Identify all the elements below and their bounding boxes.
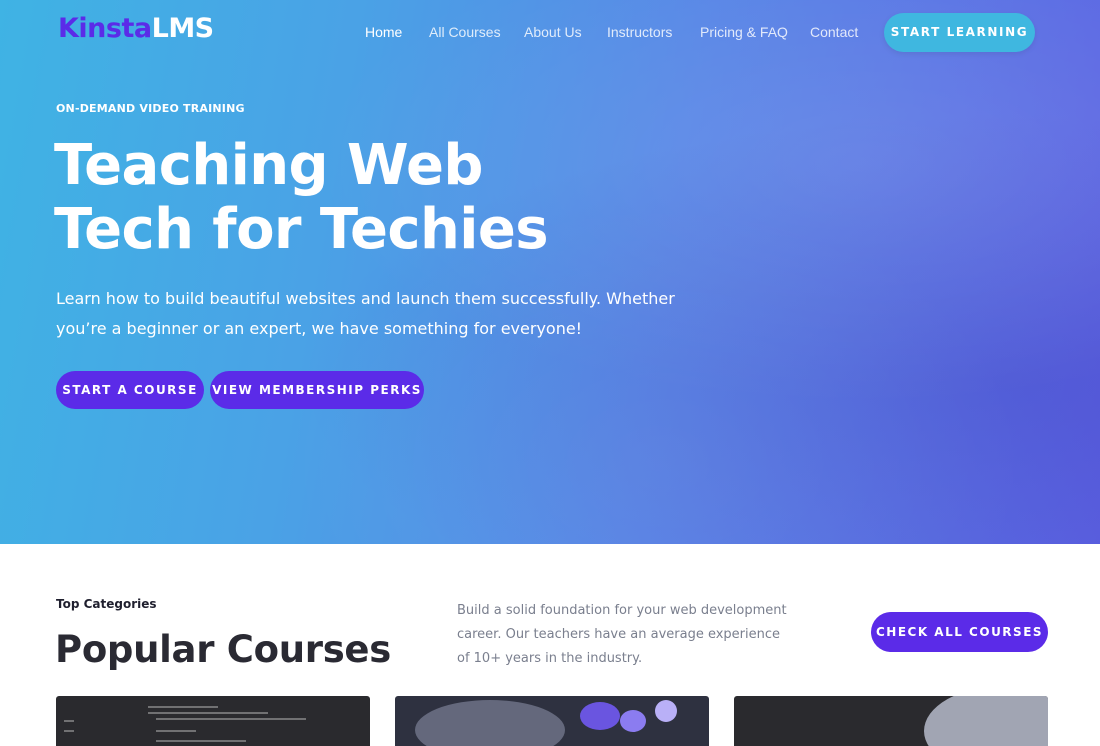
nav-item-about-us[interactable]: About Us xyxy=(524,22,582,42)
light-bokeh xyxy=(620,710,646,732)
nav-item-home[interactable]: Home xyxy=(365,22,402,42)
hero-background xyxy=(0,0,1100,544)
code-line xyxy=(64,720,74,722)
hero-section: KinstaLMS Home All Courses About Us Inst… xyxy=(0,0,1100,544)
code-line xyxy=(156,740,246,742)
monitor-glare xyxy=(924,696,1048,746)
course-card-image-code[interactable] xyxy=(56,696,370,746)
view-membership-perks-button[interactable]: VIEW MEMBERSHIP PERKS xyxy=(210,371,424,409)
code-line xyxy=(148,706,218,708)
laptop-screen-shape xyxy=(415,700,565,746)
section-title: Popular Courses xyxy=(55,628,391,671)
nav-item-contact[interactable]: Contact xyxy=(810,22,858,42)
code-line xyxy=(148,712,268,714)
section-description: Build a solid foundation for your web de… xyxy=(457,603,787,666)
hero-title: Teaching Web Tech for Techies xyxy=(54,134,674,262)
code-line xyxy=(156,730,196,732)
code-line xyxy=(64,730,74,732)
light-bokeh xyxy=(655,700,677,722)
start-course-button[interactable]: START A COURSE xyxy=(56,371,204,409)
nav-item-all-courses[interactable]: All Courses xyxy=(429,22,501,42)
hero-title-line-2: Tech for Techies xyxy=(54,197,549,262)
hero-eyebrow: ON-DEMAND VIDEO TRAINING xyxy=(56,102,245,115)
start-learning-button[interactable]: START LEARNING xyxy=(884,13,1035,52)
code-line xyxy=(156,718,306,720)
hero-subtitle: Learn how to build beautiful websites an… xyxy=(56,289,675,338)
section-eyebrow: Top Categories xyxy=(56,597,157,611)
course-card-image-desk[interactable] xyxy=(734,696,1048,746)
nav-item-pricing-faq[interactable]: Pricing & FAQ xyxy=(700,22,788,42)
course-card-image-laptop[interactable] xyxy=(395,696,709,746)
check-all-courses-button[interactable]: CHECK ALL COURSES xyxy=(871,612,1048,652)
hero-title-line-1: Teaching Web xyxy=(54,133,483,198)
light-bokeh xyxy=(580,702,620,730)
nav-item-instructors[interactable]: Instructors xyxy=(607,22,672,42)
